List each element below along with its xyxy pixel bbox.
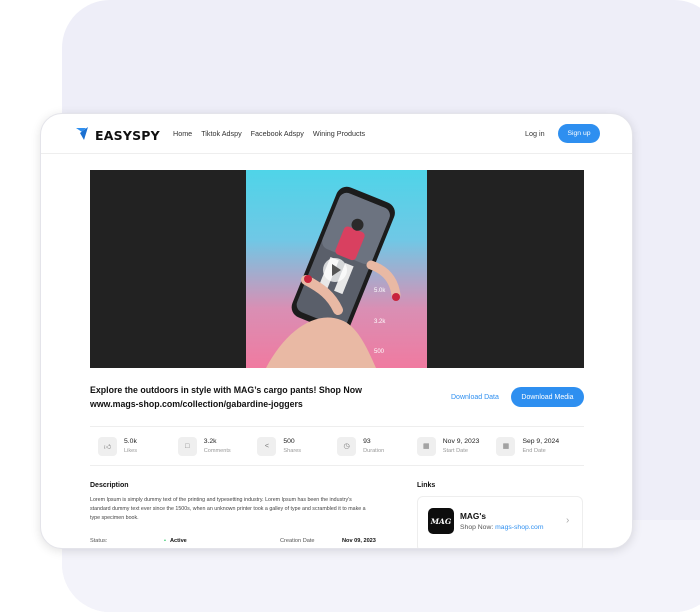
brand-name: EASYSPY xyxy=(95,128,160,143)
brand-logo[interactable]: EASYSPY xyxy=(75,125,160,146)
creation-date-label: Creation Date xyxy=(280,538,315,544)
stat-comments: □ 3.2k Comments xyxy=(170,427,250,465)
nav-item-tiktok-adspy[interactable]: Tiktok Adspy xyxy=(201,129,241,138)
nav-links: Home Tiktok Adspy Facebook Adspy Wining … xyxy=(173,129,365,138)
stat-label: Shares xyxy=(283,448,302,454)
nav-item-home[interactable]: Home xyxy=(173,129,192,138)
stat-label: Likes xyxy=(124,448,138,454)
description-text: Lorem Ipsum is simply dummy text of the … xyxy=(90,497,366,521)
stat-label: Comments xyxy=(203,448,231,454)
description-heading: Description xyxy=(90,482,129,489)
stat-label: Duration xyxy=(363,448,385,454)
stat-value: Sep 9, 2024 xyxy=(522,438,560,445)
status-label: Status: xyxy=(90,538,108,544)
stat-label: End Date xyxy=(522,448,546,454)
stat-duration: ◷ 93 Duration xyxy=(329,427,409,465)
video-frame: 5.0k 3.2k 500 xyxy=(246,170,427,368)
calendar-icon: ▦ xyxy=(496,436,516,456)
login-link[interactable]: Log in xyxy=(525,129,545,138)
easyspy-logo-icon xyxy=(75,125,91,146)
overlay-comments: 3.2k xyxy=(374,319,386,325)
status-badge: Active xyxy=(170,538,187,544)
stat-shares: < 500 Shares xyxy=(249,427,329,465)
share-icon: < xyxy=(257,436,277,456)
shop-now-prefix: Shop Now: xyxy=(460,524,494,531)
stat-value: 3.2k xyxy=(203,438,217,445)
shop-now-line: Shop Now: mags-shop.com xyxy=(460,524,544,531)
comment-icon: □ xyxy=(177,436,197,456)
page: EASYSPY Home Tiktok Adspy Facebook Adspy… xyxy=(0,0,700,612)
overlay-shares: 500 xyxy=(374,349,385,355)
chevron-right-icon: › xyxy=(566,515,570,526)
stat-value: 500 xyxy=(283,438,295,445)
thumbs-up-icon: 👍︎ xyxy=(98,436,117,456)
links-heading: Links xyxy=(417,482,436,489)
stat-value: Nov 9, 2023 xyxy=(442,438,480,445)
stat-likes: 👍︎ 5.0k Likes xyxy=(90,427,170,465)
stat-end-date: ▦ Sep 9, 2024 End Date xyxy=(488,427,568,465)
creation-date-value: Nov 09, 2023 xyxy=(342,538,376,544)
shop-logo: MAG xyxy=(428,508,454,534)
stat-value: 93 xyxy=(363,438,371,445)
shop-name: MAG's xyxy=(460,511,486,521)
app-window: EASYSPY Home Tiktok Adspy Facebook Adspy… xyxy=(40,113,633,549)
play-button[interactable] xyxy=(323,258,347,282)
top-nav: EASYSPY Home Tiktok Adspy Facebook Adspy… xyxy=(41,114,632,154)
clock-icon: ◷ xyxy=(337,436,357,456)
stats-bar: 👍︎ 5.0k Likes □ 3.2k Comments < 500 Shares … xyxy=(90,426,584,466)
stat-label: Start Date xyxy=(442,448,468,454)
status-dot: • xyxy=(164,538,166,544)
stat-value: 5.0k xyxy=(124,438,137,445)
shop-link-card[interactable]: MAG MAG's Shop Now: mags-shop.com › xyxy=(417,496,583,548)
nav-item-wining-products[interactable]: Wining Products xyxy=(313,129,365,138)
download-media-button[interactable]: Download Media xyxy=(511,387,584,407)
signup-button[interactable]: Sign up xyxy=(558,124,600,143)
ad-title: Explore the outdoors in style with MAG’s… xyxy=(90,385,362,409)
calendar-icon: ▦ xyxy=(416,436,436,456)
stat-start-date: ▦ Nov 9, 2023 Start Date xyxy=(409,427,489,465)
overlay-likes: 5.0k xyxy=(374,288,386,294)
shop-url-link[interactable]: mags-shop.com xyxy=(495,524,543,531)
download-data-link[interactable]: Download Data xyxy=(451,394,499,401)
nav-item-facebook-adspy[interactable]: Facebook Adspy xyxy=(251,129,304,138)
video-player[interactable]: 5.0k 3.2k 500 xyxy=(90,170,584,368)
